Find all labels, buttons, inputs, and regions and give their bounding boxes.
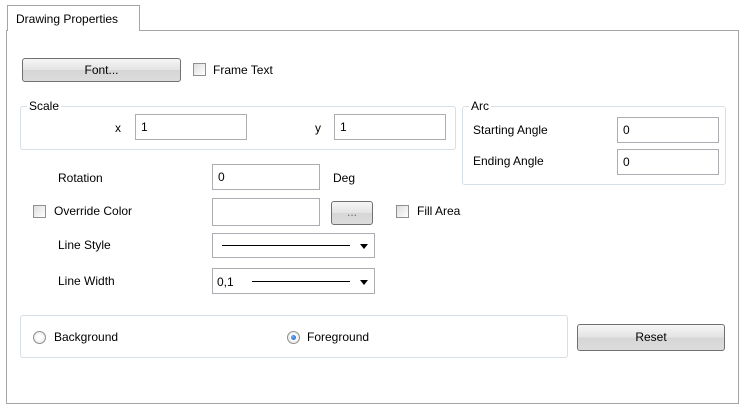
line-style-select[interactable] (212, 233, 375, 258)
color-browse-label: ... (346, 205, 357, 219)
starting-angle-input[interactable]: 0 (617, 117, 719, 143)
font-button-label: Font... (84, 63, 119, 77)
frame-text-label: Frame Text (213, 63, 273, 77)
foreground-label: Foreground (307, 330, 370, 344)
scale-x-label: x (115, 121, 121, 135)
foreground-radio[interactable] (287, 331, 300, 344)
line-width-value: 0,1 (217, 275, 234, 289)
override-color-field[interactable] (212, 198, 320, 226)
font-button[interactable]: Font... (22, 58, 181, 82)
color-browse-button[interactable]: ... (331, 201, 373, 225)
line-width-label: Line Width (58, 274, 115, 288)
rotation-label: Rotation (58, 171, 103, 185)
line-width-select[interactable]: 0,1 (212, 268, 375, 294)
arc-legend: Arc (469, 99, 491, 113)
reset-button[interactable]: Reset (577, 324, 725, 351)
line-width-preview (252, 281, 350, 282)
scale-y-input[interactable]: 1 (334, 114, 446, 140)
scale-y-label: y (315, 121, 321, 135)
fill-area-label: Fill Area (417, 204, 461, 218)
chevron-down-icon (360, 280, 368, 285)
tab-drawing-properties[interactable]: Drawing Properties (7, 5, 140, 31)
ending-angle-input[interactable]: 0 (617, 149, 719, 175)
scale-x-input[interactable]: 1 (135, 114, 247, 140)
background-radio[interactable] (33, 331, 46, 344)
tab-label: Drawing Properties (16, 12, 119, 26)
override-color-label: Override Color (54, 204, 133, 218)
frame-text-checkbox[interactable] (193, 63, 206, 76)
reset-button-label: Reset (635, 330, 667, 344)
rotation-unit: Deg (333, 171, 356, 185)
rotation-input[interactable]: 0 (212, 164, 320, 190)
override-color-checkbox[interactable] (33, 205, 46, 218)
chevron-down-icon (360, 244, 368, 249)
line-style-preview (222, 245, 350, 246)
ending-angle-label: Ending Angle (473, 154, 544, 168)
scale-legend: Scale (27, 99, 62, 113)
background-label: Background (54, 330, 119, 344)
line-style-label: Line Style (58, 238, 111, 252)
starting-angle-label: Starting Angle (473, 123, 548, 137)
fill-area-checkbox[interactable] (396, 205, 409, 218)
